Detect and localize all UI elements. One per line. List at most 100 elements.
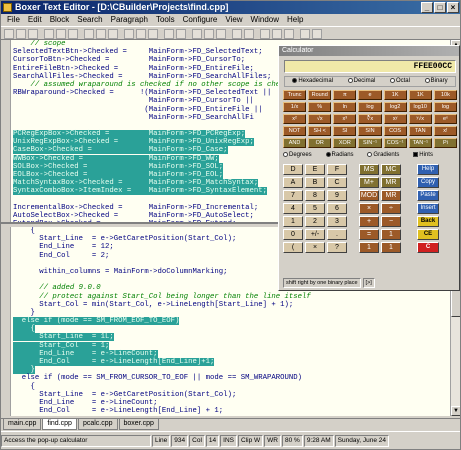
menu-help[interactable]: Help xyxy=(283,14,307,26)
calc-function-button[interactable]: OR xyxy=(308,138,332,148)
minimize-button[interactable]: _ xyxy=(421,2,433,13)
base-radio-0[interactable]: Hexadecimal xyxy=(292,78,333,85)
code-line[interactable]: End_Line = e->LineCount; xyxy=(13,399,448,407)
menu-tools[interactable]: Tools xyxy=(152,14,179,26)
calc-function-button[interactable]: Trunc xyxy=(283,90,307,100)
calc-key-button[interactable]: MS xyxy=(359,164,379,175)
calc-key-button[interactable]: Help xyxy=(417,164,439,175)
calc-key-button[interactable]: 2 xyxy=(305,216,325,227)
calc-key-button[interactable]: D xyxy=(283,164,303,175)
calc-key-button[interactable]: × xyxy=(359,203,379,214)
toolbar-button-icon[interactable] xyxy=(284,29,294,39)
calc-function-button[interactable]: log xyxy=(433,102,457,112)
calc-function-button[interactable]: ʸ√x xyxy=(408,114,432,124)
menu-configure[interactable]: Configure xyxy=(179,14,222,26)
calc-key-button[interactable]: Paste xyxy=(417,190,439,201)
calc-function-button[interactable]: XOR xyxy=(333,138,357,148)
calc-key-button[interactable]: B xyxy=(305,177,325,188)
calc-function-button[interactable]: 10k xyxy=(433,90,457,100)
code-line[interactable]: End_Line = e->LineCount; xyxy=(13,349,448,358)
calc-function-button[interactable]: 1/x xyxy=(283,102,307,112)
toolbar-button-icon[interactable] xyxy=(312,29,322,39)
file-tab[interactable]: pcalc.cpp xyxy=(77,419,118,430)
angle-radio-2[interactable]: Gradients xyxy=(367,151,399,158)
toolbar-button-icon[interactable] xyxy=(192,29,202,39)
menu-block[interactable]: Block xyxy=(46,14,74,26)
code-line[interactable]: End_Col = e->LineLength[End_Line] + 1; xyxy=(13,407,448,415)
scroll-thumb[interactable] xyxy=(451,287,460,317)
calc-function-button[interactable]: 1K xyxy=(383,90,407,100)
toolbar-button-icon[interactable] xyxy=(84,29,94,39)
calc-key-button[interactable]: MC xyxy=(381,164,401,175)
calc-key-button[interactable]: ÷ xyxy=(381,203,401,214)
toolbar-button-icon[interactable] xyxy=(164,29,174,39)
calc-key-button[interactable]: F xyxy=(327,164,347,175)
menu-window[interactable]: Window xyxy=(247,14,283,26)
toolbar-button-icon[interactable] xyxy=(68,29,78,39)
calc-key-button[interactable]: 3 xyxy=(327,216,347,227)
calc-function-button[interactable]: √x xyxy=(308,114,332,124)
calc-key-button[interactable]: 1 xyxy=(359,242,379,253)
calc-function-button[interactable]: x³ xyxy=(333,114,357,124)
calc-key-button[interactable]: − xyxy=(381,216,401,227)
toolbar-button-icon[interactable] xyxy=(108,29,118,39)
code-line[interactable]: // protect against Start_Col being longe… xyxy=(13,293,448,301)
calc-key-button[interactable]: MR xyxy=(381,177,401,188)
menu-paragraph[interactable]: Paragraph xyxy=(107,14,152,26)
calc-key-button[interactable]: ? xyxy=(327,242,347,253)
toolbar-button-icon[interactable] xyxy=(96,29,106,39)
calc-key-button[interactable]: C xyxy=(327,177,347,188)
calc-key-button[interactable]: 7 xyxy=(283,190,303,201)
code-line[interactable]: End_Col = e->LineLength[End_Line]+1; xyxy=(13,358,448,366)
menu-edit[interactable]: Edit xyxy=(24,14,46,26)
menu-search[interactable]: Search xyxy=(73,14,106,26)
code-line[interactable]: Start_Col = min(Start_Col, e->LineLength… xyxy=(13,301,448,309)
toolbar-button-icon[interactable] xyxy=(136,29,146,39)
base-radio-1[interactable]: Decimal xyxy=(347,78,375,85)
calc-function-button[interactable]: log xyxy=(358,102,382,112)
calc-key-button[interactable]: 5 xyxy=(305,203,325,214)
calc-function-button[interactable]: TAN⁻¹ xyxy=(408,138,432,148)
calc-key-button[interactable]: MOD xyxy=(359,190,379,201)
calc-function-button[interactable]: π xyxy=(333,90,357,100)
toolbar-button-icon[interactable] xyxy=(260,29,270,39)
hints-checkbox[interactable]: Hints xyxy=(413,151,433,158)
calc-function-button[interactable]: SIN⁻¹ xyxy=(358,138,382,148)
toolbar-button-icon[interactable] xyxy=(300,29,310,39)
menu-file[interactable]: File xyxy=(3,14,24,26)
calc-key-button[interactable]: M+ xyxy=(359,177,379,188)
code-line[interactable]: { xyxy=(13,383,448,391)
calc-key-button[interactable]: ( xyxy=(283,242,303,253)
code-line[interactable]: Start_Col = 1; xyxy=(13,341,448,350)
toolbar-button-icon[interactable] xyxy=(204,29,214,39)
toolbar-button-icon[interactable] xyxy=(244,29,254,39)
file-tab[interactable]: boxer.cpp xyxy=(118,419,159,430)
calc-key-button[interactable]: 4 xyxy=(283,203,303,214)
calc-key-button[interactable]: Copy xyxy=(417,177,439,188)
calc-function-button[interactable]: log2 xyxy=(383,102,407,112)
code-line[interactable]: } xyxy=(13,309,448,317)
code-line[interactable]: else if (mode == SM_FROM_CURSOR_TO_EOF |… xyxy=(13,374,448,382)
scroll-down-arrow-icon[interactable]: ▼ xyxy=(451,406,460,416)
toolbar-button-icon[interactable] xyxy=(216,29,226,39)
file-tab[interactable]: main.cpp xyxy=(3,419,42,430)
angle-radio-1[interactable]: Radians xyxy=(325,151,354,158)
code-line[interactable]: Start_Line = 1L; xyxy=(13,333,448,342)
calc-key-button[interactable]: A xyxy=(283,177,303,188)
calc-function-button[interactable]: x² xyxy=(283,114,307,124)
toolbar-button-icon[interactable] xyxy=(232,29,242,39)
calc-function-button[interactable]: COS⁻¹ xyxy=(383,138,407,148)
calc-key-button[interactable]: C xyxy=(417,242,439,253)
calc-function-button[interactable]: ln xyxy=(333,102,357,112)
code-line[interactable]: } xyxy=(13,366,448,375)
calc-function-button[interactable]: SIN xyxy=(358,126,382,136)
calc-key-button[interactable]: = xyxy=(359,229,379,240)
code-line[interactable]: { xyxy=(13,325,448,334)
maximize-button[interactable]: □ xyxy=(434,2,446,13)
title-bar[interactable]: Boxer Text Editor - [D:\CBuilder\Project… xyxy=(1,1,460,14)
calc-function-button[interactable]: TAN xyxy=(408,126,432,136)
calc-function-button[interactable]: % xyxy=(308,102,332,112)
calc-key-button[interactable]: Back xyxy=(417,216,439,227)
file-tab[interactable]: find.cpp xyxy=(42,419,77,430)
calc-key-button[interactable]: × xyxy=(305,242,325,253)
